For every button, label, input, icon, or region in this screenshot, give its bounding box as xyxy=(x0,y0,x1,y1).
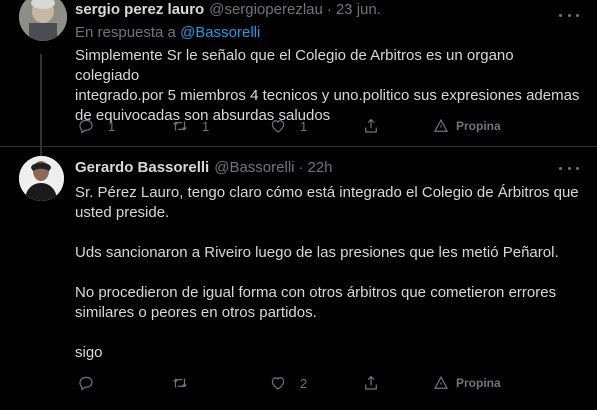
tip-button[interactable]: Propina xyxy=(432,115,501,137)
reply-mention-link[interactable]: @Bassorelli xyxy=(180,24,260,41)
like-button[interactable]: 1 xyxy=(269,115,307,137)
reply-context: En respuesta a @Bassorelli xyxy=(75,24,260,41)
tip-button[interactable]: Propina xyxy=(432,372,501,394)
avatar[interactable] xyxy=(19,156,64,201)
timestamp[interactable]: 23 jun. xyxy=(336,1,381,19)
retweet-icon xyxy=(173,121,187,131)
tweet-header: sergio perez lauro @sergioperezlau · 23 … xyxy=(75,1,381,19)
heart-icon xyxy=(271,377,285,390)
like-count: 2 xyxy=(300,375,308,391)
heart-icon xyxy=(271,120,285,133)
tip-label: Propina xyxy=(456,119,501,133)
reply-prefix: En respuesta a xyxy=(75,24,176,41)
author-name[interactable]: Gerardo Bassorelli xyxy=(75,159,209,177)
share-button[interactable] xyxy=(362,115,380,137)
reply-button[interactable]: 1 xyxy=(77,115,115,137)
tweet-text: Simplemente Sr le señalo que el Colegio … xyxy=(75,47,580,124)
retweet-count: 1 xyxy=(202,118,210,134)
tip-icon xyxy=(434,375,448,389)
timestamp[interactable]: 22h xyxy=(308,159,333,177)
tweet-text: Sr. Pérez Lauro, tengo claro cómo está i… xyxy=(75,184,579,361)
like-button[interactable]: 2 xyxy=(269,372,307,394)
separator: · xyxy=(326,1,332,18)
author-name[interactable]: sergio perez lauro xyxy=(75,1,204,19)
retweet-button[interactable]: 1 xyxy=(171,115,209,137)
tweet-actions: 2 Propina xyxy=(75,372,545,394)
retweet-icon xyxy=(173,378,187,388)
tweet-header: Gerardo Bassorelli @Bassorelli · 22h xyxy=(75,159,333,177)
more-icon[interactable] xyxy=(559,163,579,173)
avatar[interactable] xyxy=(19,0,67,41)
reply-count: 1 xyxy=(108,118,116,134)
separator: · xyxy=(298,159,304,176)
share-icon xyxy=(365,375,377,390)
author-handle[interactable]: @sergioperezlau xyxy=(209,1,323,19)
reply-icon xyxy=(79,119,93,134)
tweet[interactable]: sergio perez lauro @sergioperezlau · 23 … xyxy=(0,0,597,174)
retweet-button[interactable] xyxy=(171,372,202,394)
like-count: 1 xyxy=(300,118,308,134)
share-icon xyxy=(365,118,377,133)
reply-button[interactable] xyxy=(77,372,108,394)
more-icon[interactable] xyxy=(559,10,579,20)
tip-icon xyxy=(434,118,448,132)
author-handle[interactable]: @Bassorelli xyxy=(214,159,294,177)
tip-label: Propina xyxy=(456,376,501,390)
reply-icon xyxy=(79,376,93,391)
tweet-actions: 1 1 1 Propina xyxy=(75,115,545,137)
share-button[interactable] xyxy=(362,372,380,394)
thread-line xyxy=(40,147,42,151)
tweet[interactable]: Gerardo Bassorelli @Bassorelli · 22h Sr.… xyxy=(0,147,597,410)
